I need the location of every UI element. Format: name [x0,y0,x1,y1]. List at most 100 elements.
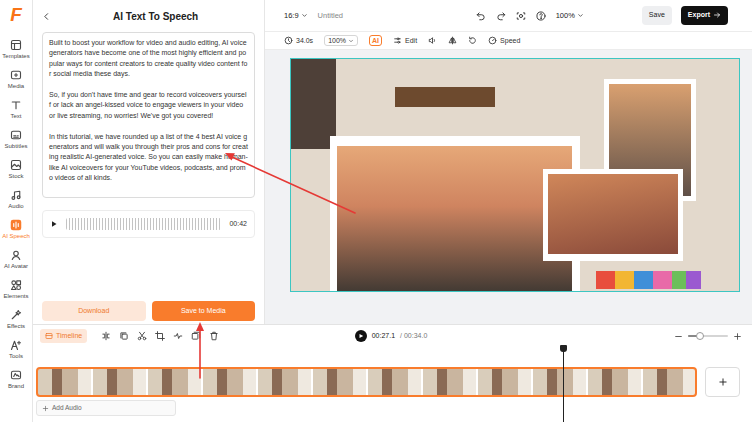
timeline-zoom [427,332,742,341]
export-button[interactable]: Export [681,6,728,24]
zoom-slider-knob[interactable] [696,332,704,340]
capture-icon[interactable] [516,11,526,21]
text-icon [10,99,22,111]
sidebar-item-label: Templates [2,53,29,60]
button-label: Save [649,11,665,18]
zoom-out-icon[interactable] [674,332,683,341]
back-icon[interactable] [42,12,51,21]
annotation-arrows [0,0,752,422]
edit-label: Edit [405,36,417,45]
sidebar-item[interactable]: AI Speech [0,214,33,244]
sliders-icon [393,36,402,45]
total-time: / 00:34.0 [400,331,427,340]
trash-icon[interactable] [209,331,219,341]
crop-icon[interactable] [155,331,165,341]
flip-icon[interactable] [448,36,457,45]
script-textarea[interactable]: Built to boost your workflow for video a… [42,32,255,198]
upper-area: AI Text To SpeechBuilt to boost your wor… [33,0,752,324]
sidebar-item-label: Tools [9,353,23,360]
zoom-in-icon[interactable] [733,332,742,341]
timeline-tab-label: Timeline [56,331,82,340]
timeline: Timeline 00:27.1/ 00:34.0 Add Audio [33,324,752,422]
speed-tool[interactable]: Speed [488,36,520,45]
script-paragraph: So, if you don't have time and gear to r… [49,90,248,121]
app-logo[interactable]: F [5,4,27,26]
sidebar-item[interactable]: Audio [0,184,33,214]
waveform[interactable] [66,218,221,230]
film-icon [45,332,53,340]
sidebar-item[interactable]: Subtitles [0,124,33,154]
sidebar-item-label: AI Speech [2,233,30,240]
chevron-down-icon [577,12,584,19]
volume-icon[interactable] [428,36,437,45]
zoom-select[interactable]: 100% [556,11,584,21]
timeline-tab[interactable]: Timeline [40,329,87,342]
playback-time: 00:27.1/ 00:34.0 [355,330,428,342]
duration-display: 34.0s [284,36,313,45]
clip-toolbar: 34.0s 100% AI Edit Speed [265,32,752,50]
editor: 16:9 Untitled 100% Save Export 34.0s 100% AI Edi… [265,0,752,324]
clip-zoom-select[interactable]: 100% [324,35,358,46]
ai-speech-icon [10,219,22,231]
sidebar-item[interactable]: Templates [0,34,33,64]
copy-icon[interactable] [119,331,129,341]
duplicate-icon[interactable] [191,331,201,341]
detach-audio-icon[interactable] [173,331,183,341]
history-tools: 100% [476,11,584,21]
project-name[interactable]: Untitled [318,11,343,21]
download-button[interactable]: Download [42,301,146,321]
playhead-handle[interactable] [560,345,567,352]
add-audio-button[interactable]: Add Audio [36,400,176,416]
rotate-icon[interactable] [468,36,477,45]
arrow-right-icon [713,11,721,19]
speed-label: Speed [500,36,520,45]
sidebar: F Templates MediaTextSubtitles Stock Audio AI… [0,0,33,422]
ai-avatar-icon [10,249,22,261]
preview-stage [265,50,752,324]
play-button[interactable] [355,330,367,342]
panel-header: AI Text To Speech [42,0,255,32]
video-clip[interactable] [36,367,697,397]
edit-tool[interactable]: Edit [393,36,417,45]
add-audio-label: Add Audio [52,404,82,412]
split-icon[interactable] [101,331,111,341]
sidebar-item[interactable]: Media [0,64,33,94]
chevron-down-icon [301,12,308,19]
edit-tools [101,331,219,341]
media-icon [10,69,22,81]
help-icon[interactable] [536,11,546,21]
redo-icon[interactable] [496,11,506,21]
speedometer-icon [488,36,497,45]
sidebar-item-label: Stock [8,173,23,180]
sidebar-item[interactable]: Stock [0,154,33,184]
sidebar-item[interactable]: Brand [0,364,33,394]
add-clip-button[interactable] [705,367,740,397]
script-paragraph: In this tutorial, we have rounded up a l… [49,132,248,184]
save-button[interactable]: Save [642,6,672,24]
timeline-tools: Timeline [40,329,355,342]
elements-icon [10,279,22,291]
save-to-media-button[interactable]: Save to Media [152,301,256,321]
play-icon[interactable] [50,220,58,228]
sidebar-item[interactable]: Effects [0,304,33,334]
undo-icon[interactable] [476,11,486,21]
panel-actions: Download Save to Media [42,293,255,321]
sidebar-item-label: Effects [7,323,25,330]
sidebar-item[interactable]: Tools [0,334,33,364]
video-canvas[interactable] [290,58,740,292]
templates-icon [10,39,22,51]
scissors-icon[interactable] [137,331,147,341]
tools-icon [10,339,22,351]
sidebar-item[interactable]: Text [0,94,33,124]
plus-icon [42,405,49,412]
aspect-select[interactable]: 16:9 [284,11,308,21]
sidebar-item[interactable]: Elements [0,274,33,304]
video-track [36,367,697,397]
sidebar-item-label: AI Avatar [4,263,28,270]
zoom-slider[interactable] [688,335,728,337]
ai-tool[interactable]: AI [369,35,382,46]
playhead[interactable] [563,345,564,422]
video-track-row [33,367,752,397]
workspace: AI Text To SpeechBuilt to boost your wor… [33,0,752,422]
sidebar-item[interactable]: AI Avatar [0,244,33,274]
